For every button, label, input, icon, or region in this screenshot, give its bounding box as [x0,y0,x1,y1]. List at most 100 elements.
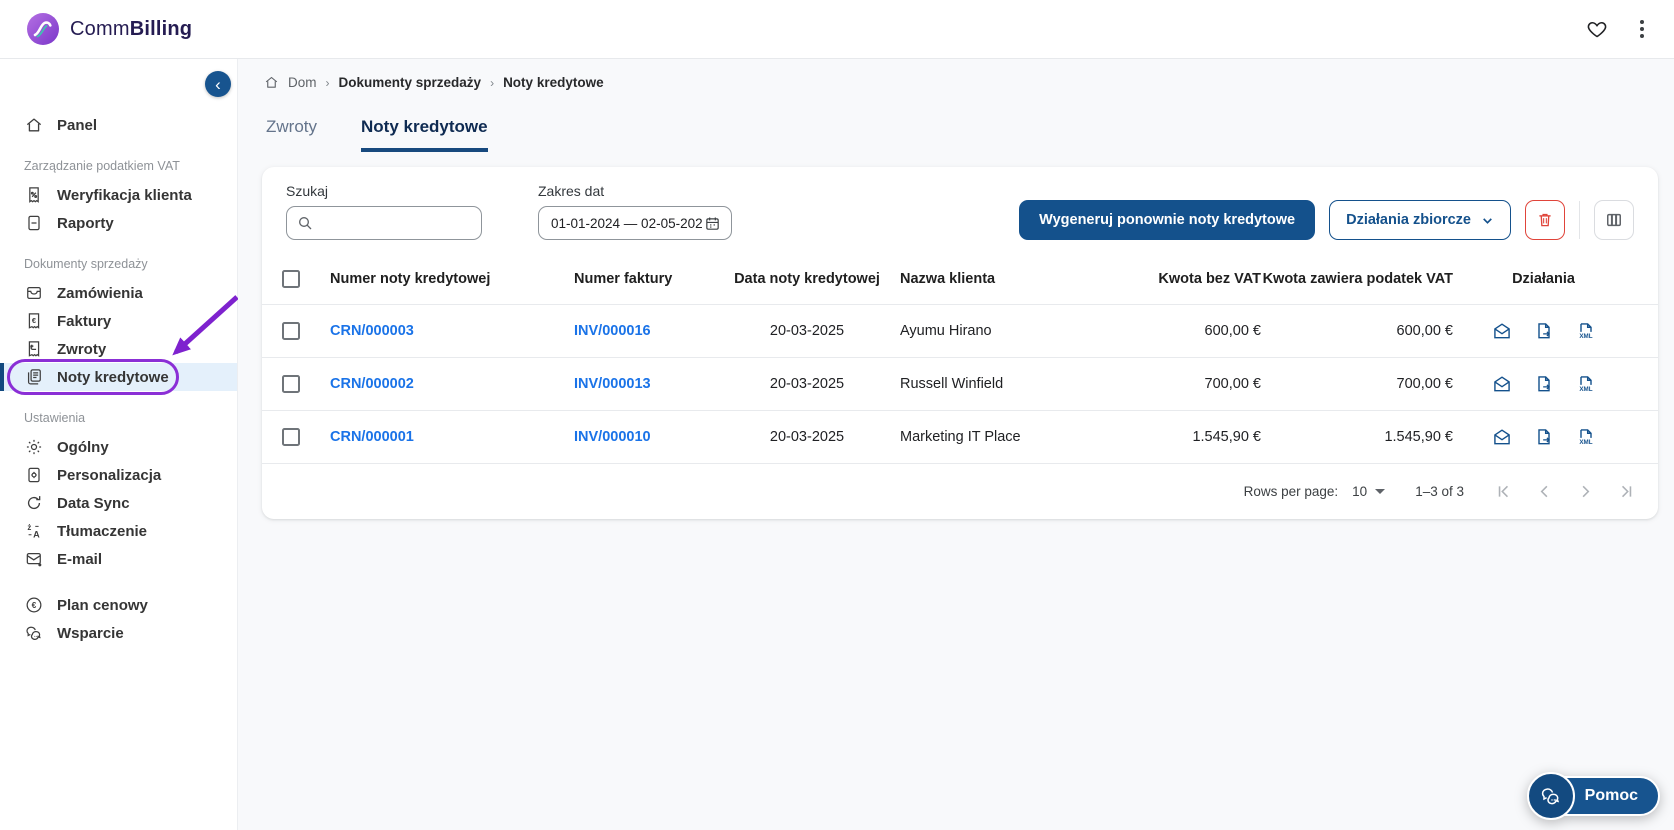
row-checkbox[interactable] [282,322,300,340]
column-header-invoice: Numer faktury [574,271,714,287]
sidebar-item-label: Data Sync [57,495,130,512]
sidebar-item-email[interactable]: E-mail [0,545,237,573]
select-all-checkbox[interactable] [282,270,300,288]
download-xml-icon[interactable]: XML [1576,321,1596,341]
rows-per-page-label: Rows per page: [1244,484,1339,499]
tab-bar: Zwroty Noty kredytowe [266,117,1674,152]
date-range-group: Zakres dat 01-01-2024 — 02-05-202 [538,183,732,240]
amount-net: 700,00 € [1120,376,1261,392]
credit-notes-card: Szukaj Zakres dat 01-01-2024 — 02-05-202 [262,167,1658,519]
search-field-group: Szukaj [286,183,482,240]
invoice-link[interactable]: INV/000013 [574,376,651,392]
invoice-link[interactable]: INV/000010 [574,429,651,445]
sidebar-item-weryfikacja-klienta[interactable]: Weryfikacja klienta [0,181,237,209]
sidebar-item-label: Ogólny [57,439,109,456]
download-xml-icon[interactable]: XML [1576,427,1596,447]
row-checkbox[interactable] [282,375,300,393]
svg-text:ż: ż [27,523,31,532]
export-document-icon[interactable] [1534,374,1554,394]
table-row: CRN/000002 INV/000013 20-03-2025 Russell… [262,357,1658,410]
row-checkbox[interactable] [282,428,300,446]
sidebar: ‹ Panel Zarządzanie podatkiem VAT Weryfi… [0,59,238,830]
download-xml-icon[interactable]: XML [1576,374,1596,394]
favorite-heart-icon[interactable] [1586,18,1608,40]
sidebar-item-data-sync[interactable]: Data Sync [0,489,237,517]
sidebar-item-label: Noty kredytowe [57,369,169,386]
breadcrumb-item-dom[interactable]: Dom [288,75,317,90]
breadcrumb-item-dokumenty-sprzedazy[interactable]: Dokumenty sprzedaży [339,75,482,90]
sidebar-item-raporty[interactable]: Raporty [0,209,237,237]
send-email-icon[interactable] [1492,321,1512,341]
main-content: Dom › Dokumenty sprzedaży › Noty kredyto… [238,59,1674,830]
columns-icon [1604,210,1624,230]
svg-text:€: € [32,600,37,610]
sidebar-group-title: Zarządzanie podatkiem VAT [0,157,237,175]
rows-per-page-select[interactable]: 10 [1352,484,1385,499]
help-button[interactable]: Pomoc [1527,772,1660,820]
date-range-input[interactable]: 01-01-2024 — 02-05-202 [538,206,732,240]
rows-per-page-value: 10 [1352,484,1367,499]
sidebar-item-faktury[interactable]: € Faktury [0,307,237,335]
sidebar-item-wsparcie[interactable]: Wsparcie [0,619,237,647]
credit-note-date: 20-03-2025 [714,429,900,445]
sidebar-item-noty-kredytowe[interactable]: Noty kredytowe [0,363,237,391]
sidebar-item-zamowienia[interactable]: Zamówienia [0,279,237,307]
credit-note-link[interactable]: CRN/000002 [330,376,414,392]
next-page-button[interactable] [1576,482,1595,501]
column-header-date: Data noty kredytowej [714,271,900,287]
sidebar-item-label: Zwroty [57,341,106,358]
sidebar-item-label: Panel [57,117,97,134]
breadcrumb-item-current: Noty kredytowe [503,75,604,90]
tab-zwroty[interactable]: Zwroty [266,117,317,152]
table-header-row: Numer noty kredytowej Numer faktury Data… [262,254,1658,304]
export-document-icon[interactable] [1534,321,1554,341]
previous-page-button[interactable] [1535,482,1554,501]
sidebar-collapse-button[interactable]: ‹ [205,71,231,97]
invoice-euro-icon: € [24,311,44,331]
sidebar-item-tlumaczenie[interactable]: żA Tłumaczenie [0,517,237,545]
last-page-button[interactable] [1617,482,1636,501]
sidebar-item-zwroty[interactable]: Zwroty [0,335,237,363]
sidebar-item-label: E-mail [57,551,102,568]
credit-note-link[interactable]: CRN/000001 [330,429,414,445]
search-label: Szukaj [286,183,482,199]
breadcrumb-home-icon[interactable] [264,75,279,90]
bulk-actions-label: Działania zbiorcze [1346,212,1471,228]
gear-icon [24,437,44,457]
invoice-link[interactable]: INV/000016 [574,323,651,339]
home-icon [24,115,44,135]
sidebar-item-panel[interactable]: Panel [0,111,237,139]
return-receipt-icon [24,339,44,359]
page-gear-icon [24,465,44,485]
sidebar-item-plan-cenowy[interactable]: € Plan cenowy [0,591,237,619]
column-header-actions: Działania [1453,271,1634,287]
first-page-button[interactable] [1494,482,1513,501]
credit-note-link[interactable]: CRN/000003 [330,323,414,339]
amount-gross: 1.545,90 € [1261,429,1453,445]
tab-noty-kredytowe[interactable]: Noty kredytowe [361,117,488,152]
sidebar-item-label: Faktury [57,313,111,330]
bulk-actions-button[interactable]: Działania zbiorcze [1329,200,1511,240]
sidebar-item-label: Raporty [57,215,114,232]
sidebar-item-personalizacja[interactable]: Personalizacja [0,461,237,489]
delete-button[interactable] [1525,200,1565,240]
search-input[interactable] [321,215,471,231]
sidebar-item-ogolny[interactable]: Ogólny [0,433,237,461]
export-document-icon[interactable] [1534,427,1554,447]
date-range-value: 01-01-2024 — 02-05-202 [551,216,704,231]
euro-circle-icon: € [24,595,44,615]
brand-logo: CommBilling [26,12,192,46]
overflow-menu-icon[interactable] [1636,16,1648,42]
pagination-bar: Rows per page: 10 1–3 of 3 [262,463,1658,519]
translate-icon: żA [24,521,44,541]
send-email-icon[interactable] [1492,374,1512,394]
send-email-icon[interactable] [1492,427,1512,447]
top-bar: CommBilling [0,0,1674,59]
sidebar-item-label: Plan cenowy [57,597,148,614]
regenerate-credit-notes-button[interactable]: Wygeneruj ponownie noty kredytowe [1019,200,1315,240]
date-range-label: Zakres dat [538,183,732,199]
sidebar-group-title: Ustawienia [0,409,237,427]
column-settings-button[interactable] [1594,200,1634,240]
svg-text:A: A [33,529,40,539]
column-header-credit-note: Numer noty kredytowej [330,271,574,287]
